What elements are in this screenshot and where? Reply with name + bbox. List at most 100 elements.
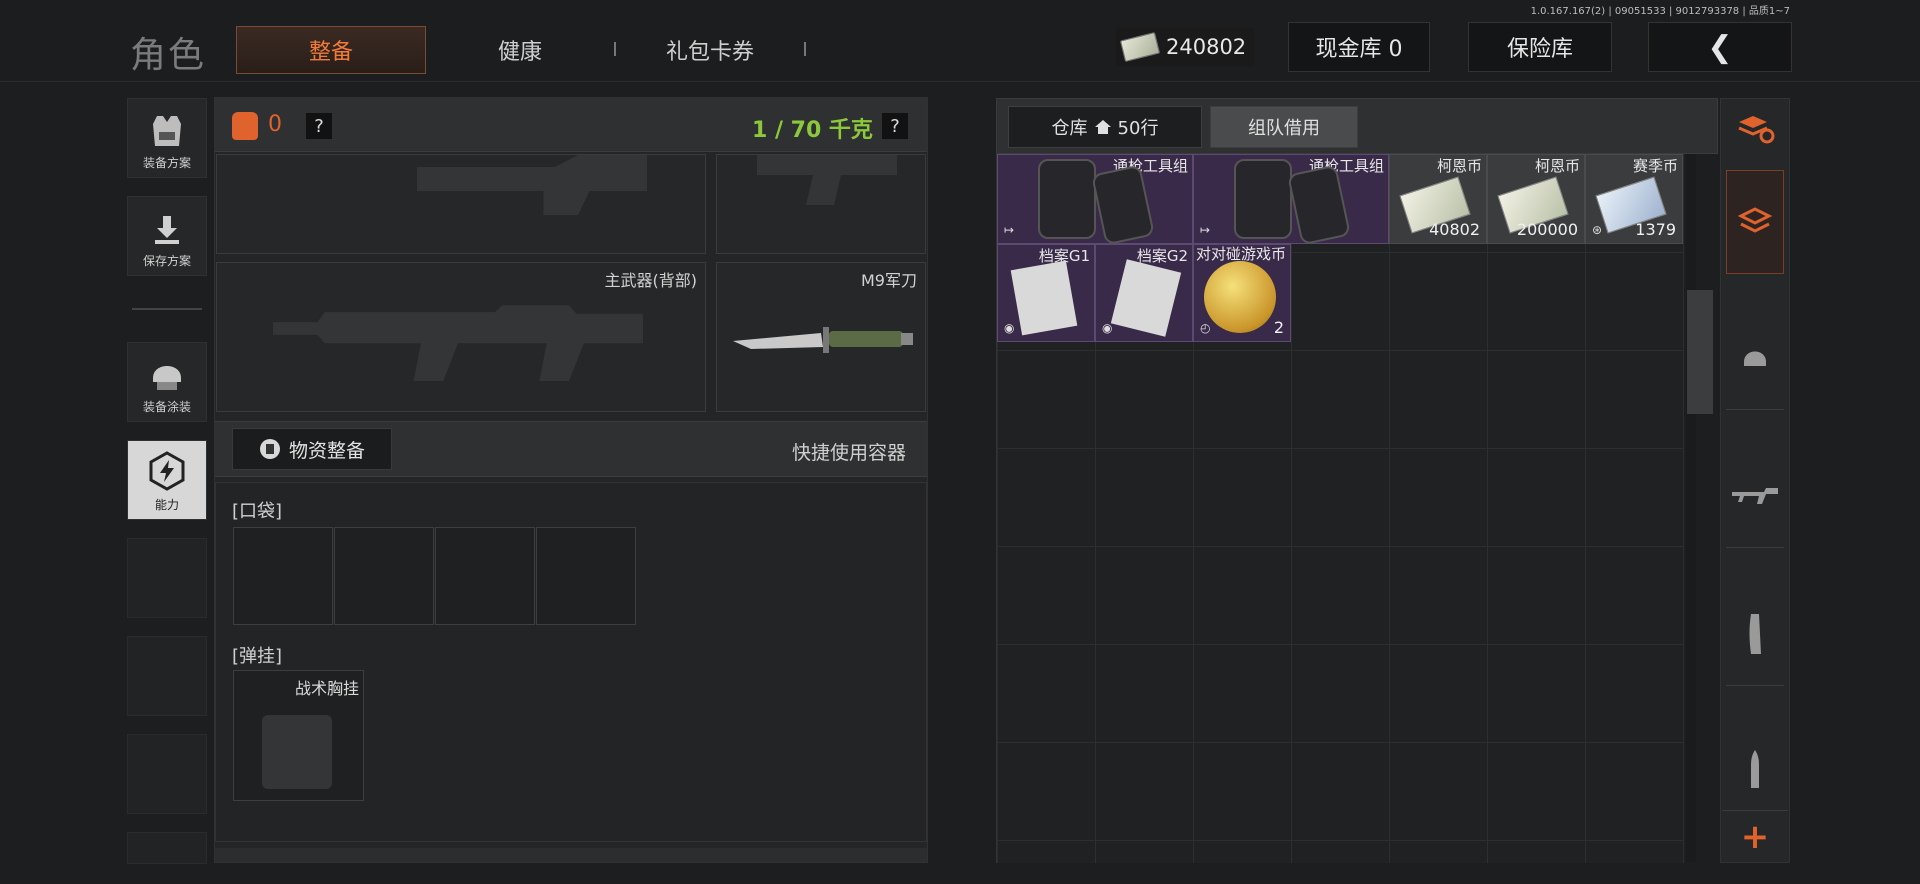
backpack-count: 0 <box>268 112 282 137</box>
category-ammo[interactable] <box>1726 718 1784 822</box>
layers-refresh-icon <box>1738 116 1775 144</box>
version-label: 1.0.167.167(2) | 09051533 | 9012793378 |… <box>1530 6 1790 17</box>
tool-case-icon <box>1287 164 1351 243</box>
tab-loadout[interactable]: 整备 <box>236 26 426 74</box>
pocket-slot[interactable] <box>334 527 434 625</box>
rifle-icon <box>417 155 647 215</box>
slot-label: M9军刀 <box>861 271 917 290</box>
pistol-icon <box>757 155 897 205</box>
pocket-slot[interactable] <box>233 527 333 625</box>
item-name: 柯恩币 <box>1534 157 1580 175</box>
item-file-g1[interactable]: 档案G1 ◉ <box>997 244 1095 342</box>
item-quantity: 2 <box>1273 318 1284 337</box>
item-badge-icon: ◉ <box>1004 321 1015 335</box>
item-badge-icon: ◉ <box>1102 321 1113 335</box>
download-icon <box>155 216 179 244</box>
safe-button[interactable]: 保险库 <box>1468 22 1612 72</box>
supply-prep-label: 物资整备 <box>288 439 365 462</box>
weapon-slot-back[interactable]: 主武器(背部) <box>216 262 706 412</box>
cash-icon <box>1119 31 1161 63</box>
item-name: 赛季币 <box>1632 157 1678 175</box>
pocket-slot[interactable] <box>435 527 535 625</box>
sort-layers-button[interactable] <box>1726 104 1784 154</box>
category-armor[interactable] <box>1726 306 1784 410</box>
tool-case-icon <box>1234 159 1292 239</box>
item-season-coin[interactable]: 赛季币 ⊛ 1379 <box>1585 154 1683 244</box>
document-icon <box>1010 260 1078 336</box>
stack-icon <box>1738 207 1772 233</box>
quick-use-container-label: 快捷使用容器 <box>792 442 907 464</box>
rig-item-name: 战术胸挂 <box>294 679 359 698</box>
panel-bottom-strip <box>215 848 927 862</box>
item-quantity: 40802 <box>1429 220 1480 239</box>
sidebar-item-save-plan[interactable]: 保存方案 <box>127 196 207 276</box>
weapon-slot-sidearm[interactable] <box>716 154 926 254</box>
tool-case-icon <box>1038 159 1096 239</box>
item-cleaning-kit[interactable]: 通枪工具组 ↦ <box>997 154 1193 244</box>
item-koen-coin[interactable]: 柯恩币 200000 <box>1487 154 1585 244</box>
backpack-icon <box>232 112 258 140</box>
item-bound-icon: ↦ <box>1200 223 1211 237</box>
tool-case-icon <box>1091 164 1155 243</box>
knife-slot[interactable]: M9军刀 <box>716 262 926 412</box>
tab-team-borrow[interactable]: 组队借用 <box>1210 106 1358 148</box>
armor-icon <box>1744 351 1766 366</box>
chest-rig-icon <box>262 715 332 789</box>
magazine-icon <box>1749 613 1761 654</box>
helmet-icon <box>153 366 181 390</box>
item-bound-icon: ↦ <box>1004 223 1015 237</box>
warehouse-rows: 50行 <box>1117 118 1159 139</box>
sidebar-item-label: 保存方案 <box>142 254 191 268</box>
item-name: 柯恩币 <box>1436 157 1482 175</box>
pocket-slot[interactable] <box>536 527 636 625</box>
help-button[interactable]: ? <box>306 113 332 139</box>
pocket-label: [口袋] <box>232 501 283 522</box>
gold-coin-icon <box>1204 261 1276 333</box>
chest-rig-slot[interactable]: 战术胸挂 <box>233 670 364 801</box>
tab-gift-coupons[interactable]: 礼包卡券 <box>630 26 790 74</box>
item-koen-coin[interactable]: 柯恩币 40802 <box>1389 154 1487 244</box>
warehouse-scrollbar[interactable] <box>1686 154 1696 862</box>
weight-help-button[interactable]: ? <box>882 113 908 139</box>
sidebar-empty-slot <box>127 538 207 618</box>
item-game-token[interactable]: 对对碰游戏币 ◴ 2 <box>1193 244 1291 342</box>
home-icon <box>1094 120 1111 134</box>
sidebar-item-ability[interactable]: 能力 <box>127 440 207 520</box>
sidebar-divider <box>132 308 202 310</box>
item-file-g2[interactable]: 档案G2 ◉ <box>1095 244 1193 342</box>
sidebar-item-loadout-plan[interactable]: 装备方案 <box>127 98 207 178</box>
page-title: 角色 <box>130 35 207 76</box>
category-weapons[interactable] <box>1726 444 1784 548</box>
back-arrow-icon: ❮ <box>1707 29 1733 65</box>
item-cleaning-kit[interactable]: 通枪工具组 ↦ <box>1193 154 1389 244</box>
warehouse-scrollbar-thumb[interactable] <box>1687 290 1713 414</box>
supply-prep-button[interactable]: 物资整备 <box>232 428 392 470</box>
vest-icon <box>153 116 181 146</box>
supply-icon <box>259 439 280 459</box>
item-quantity: 1379 <box>1635 220 1676 239</box>
tab-health[interactable]: 健康 <box>440 26 600 74</box>
warehouse-tab-label: 仓库 <box>1051 118 1088 139</box>
rifle-icon <box>273 305 643 381</box>
tab-warehouse[interactable]: 仓库 50行 <box>1008 106 1202 148</box>
category-magazines[interactable] <box>1726 582 1784 686</box>
tab-divider <box>804 42 806 56</box>
weight-display: 1 / 70 千克 <box>752 118 873 143</box>
back-button[interactable]: ❮ <box>1648 22 1792 72</box>
item-quantity: 200000 <box>1516 220 1578 239</box>
item-badge-icon: ◴ <box>1200 321 1211 335</box>
cash-vault-button[interactable]: 现金库 0 <box>1288 22 1430 72</box>
sidebar-empty-slot <box>127 636 207 716</box>
document-icon <box>1110 259 1182 337</box>
weapon-slot-primary[interactable] <box>216 154 706 254</box>
rifle-icon <box>1732 487 1778 504</box>
slot-label: 主武器(背部) <box>604 271 698 290</box>
category-all[interactable] <box>1726 170 1784 274</box>
lightning-icon <box>149 451 185 491</box>
sidebar-empty-slot <box>127 734 207 814</box>
bullet-icon <box>1751 750 1759 788</box>
sidebar-item-skins[interactable]: 装备涂装 <box>127 342 207 422</box>
add-category-button[interactable]: + <box>1722 810 1788 862</box>
currency-amount: 240802 <box>1166 35 1247 59</box>
rig-label: [弹挂] <box>232 646 283 667</box>
